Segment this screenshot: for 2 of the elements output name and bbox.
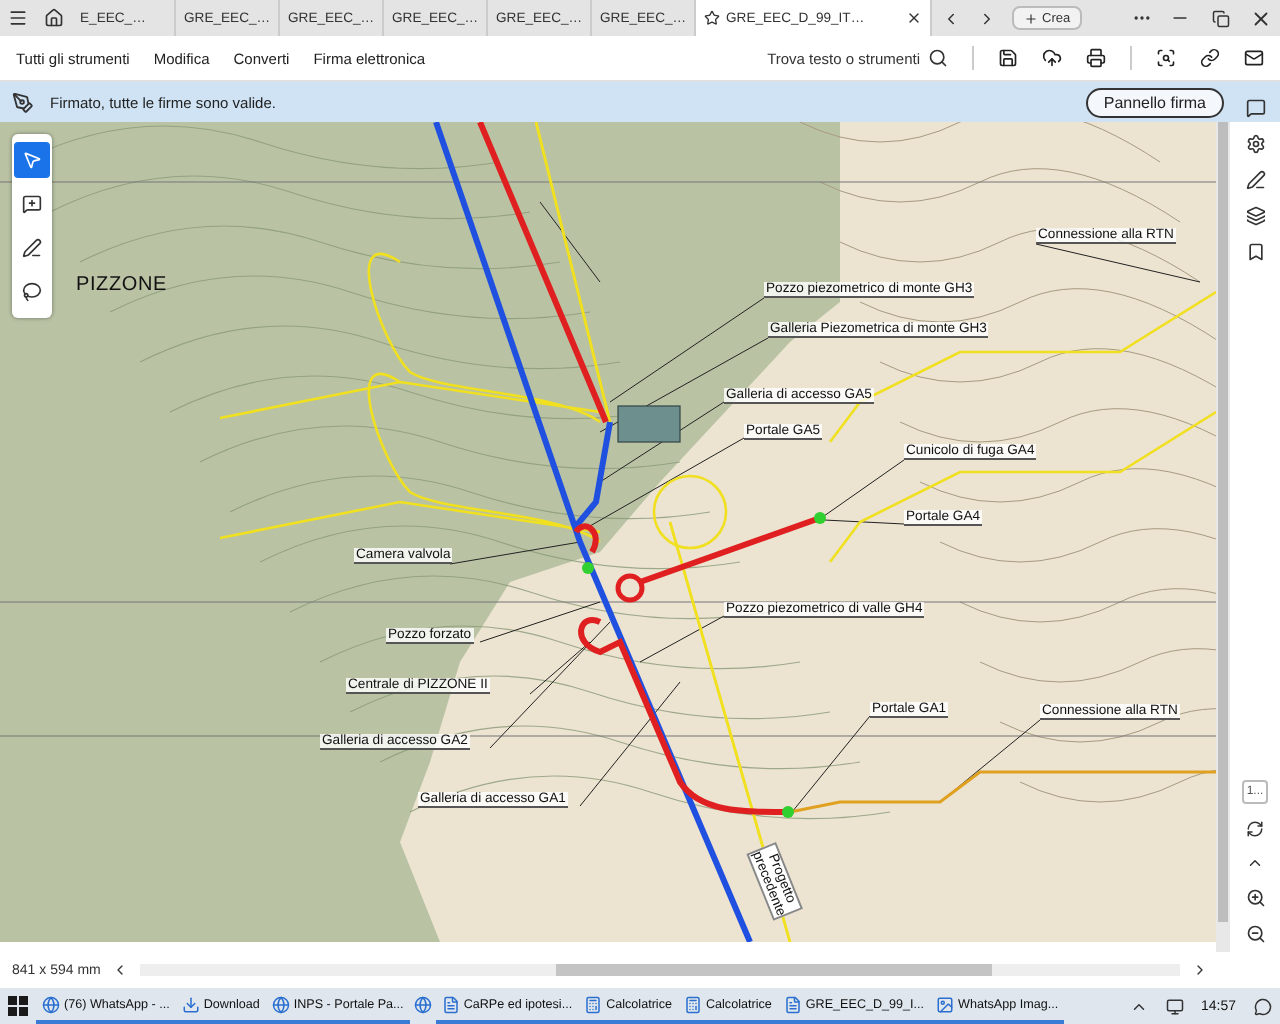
place-label: PIZZONE [76,274,167,296]
signature-panel-button[interactable]: Pannello firma [1085,87,1224,117]
